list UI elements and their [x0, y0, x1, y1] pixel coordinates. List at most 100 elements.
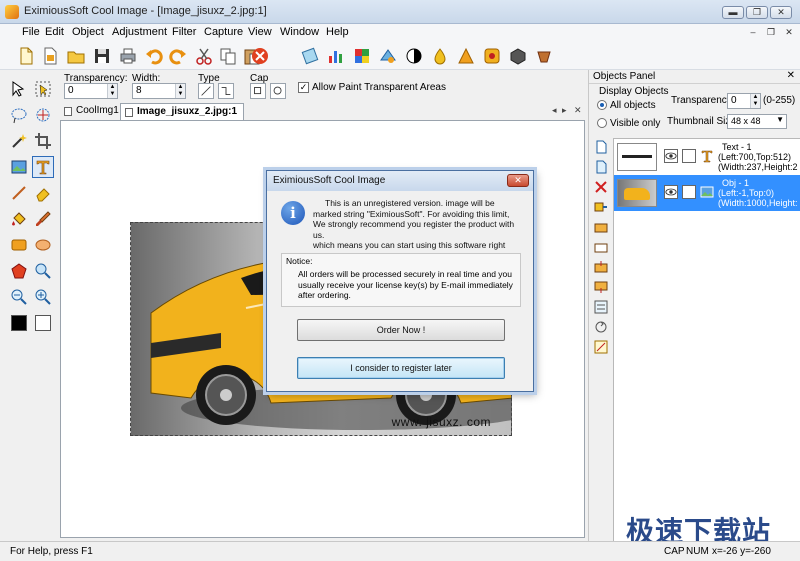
bring-front-icon[interactable] — [594, 220, 608, 234]
objects-list[interactable]: Text - 1 (Left:700,Top:512) (Width:237,H… — [613, 138, 800, 542]
line-type-straight[interactable] — [198, 83, 214, 99]
restore-button[interactable]: ❐ — [746, 6, 768, 19]
menu-window[interactable]: Window — [280, 26, 319, 38]
menu-filter[interactable]: Filter — [172, 26, 196, 38]
move-up-icon[interactable] — [594, 260, 608, 274]
object-row-text[interactable]: Text - 1 (Left:700,Top:512) (Width:237,H… — [614, 139, 800, 175]
open-folder-icon[interactable] — [66, 46, 86, 66]
objects-panel-close-icon[interactable]: ✕ — [787, 70, 795, 81]
panel-transparency-input[interactable]: 0 ▲ ▼ — [727, 93, 761, 109]
close-button[interactable]: ✕ — [770, 6, 792, 19]
allow-paint-checkbox[interactable]: ✓ — [298, 82, 309, 93]
foreground-color-swatch[interactable] — [8, 312, 30, 334]
new-file-icon[interactable] — [16, 46, 36, 66]
object-edit-icon[interactable] — [594, 340, 608, 354]
new-image-icon[interactable] — [40, 46, 60, 66]
main-toolbar — [0, 42, 800, 70]
lock-checkbox[interactable] — [682, 185, 696, 199]
menu-edit[interactable]: Edit — [45, 26, 64, 38]
object-rotate-icon[interactable] — [594, 320, 608, 334]
ellipse-shape-icon[interactable] — [32, 234, 54, 256]
object-info: Obj - 1 (Left:-1,Top:0) (Width:1000,Heig… — [718, 178, 798, 208]
tab-close-icon[interactable]: ✕ — [574, 105, 582, 116]
color-balance-icon[interactable] — [352, 46, 372, 66]
image-object-icon[interactable] — [8, 156, 30, 178]
delete-object-icon[interactable] — [594, 180, 608, 194]
new-object-icon[interactable] — [594, 140, 608, 154]
lasso-icon[interactable] — [8, 104, 30, 126]
width-input[interactable]: 8 ▲ ▼ — [132, 83, 186, 99]
visibility-eye-icon[interactable] — [664, 149, 678, 163]
minimize-button[interactable]: ▬ — [722, 6, 744, 19]
mdi-restore-button[interactable]: ❐ — [764, 27, 778, 40]
effects-icon[interactable] — [482, 46, 502, 66]
cap-round[interactable] — [270, 83, 286, 99]
register-later-button[interactable]: I consider to register later — [297, 357, 505, 379]
undo-icon[interactable] — [144, 46, 164, 66]
hue-icon[interactable] — [378, 46, 398, 66]
move-down-icon[interactable] — [594, 280, 608, 294]
transparency-input[interactable]: 0 ▲ ▼ — [64, 83, 118, 99]
watermark-text: www. jisuxz. com — [391, 415, 491, 429]
crop-tool-icon[interactable] — [32, 130, 54, 152]
brightness-icon[interactable] — [430, 46, 450, 66]
menu-file[interactable]: File — [22, 26, 40, 38]
all-objects-radio[interactable] — [597, 100, 607, 110]
fill-bucket-icon[interactable] — [8, 208, 30, 230]
lock-checkbox[interactable] — [682, 149, 696, 163]
eraser-icon[interactable] — [32, 182, 54, 204]
duplicate-object-icon[interactable] — [594, 160, 608, 174]
menu-object[interactable]: Object — [72, 26, 104, 38]
3d-object-icon[interactable] — [508, 46, 528, 66]
tab-scroll-right-icon[interactable]: ▸ — [562, 105, 567, 116]
text-tool-icon[interactable] — [32, 156, 54, 178]
magic-wand-icon[interactable] — [8, 130, 30, 152]
object-properties-icon[interactable] — [594, 300, 608, 314]
delete-icon[interactable] — [250, 46, 270, 66]
thumbnail-size-select[interactable]: 48 x 48 ▼ — [727, 114, 787, 129]
send-back-icon[interactable] — [594, 240, 608, 254]
tab-scroll-left-icon[interactable]: ◂ — [552, 105, 557, 116]
line-tool-icon[interactable] — [8, 182, 30, 204]
plugin-icon[interactable] — [534, 46, 554, 66]
crop-icon[interactable] — [300, 46, 320, 66]
rectangle-shape-icon[interactable] — [8, 234, 30, 256]
notice-box: Notice: All orders will be processed sec… — [281, 253, 521, 307]
histogram-icon[interactable] — [326, 46, 346, 66]
dialog-close-button[interactable]: ✕ — [507, 174, 529, 187]
copy-icon[interactable] — [218, 46, 238, 66]
menu-bar: File Edit Object Adjustment Filter Captu… — [0, 24, 800, 42]
brush-icon[interactable] — [32, 208, 54, 230]
menu-help[interactable]: Help — [326, 26, 349, 38]
registration-dialog: EximiousSoft Cool Image ✕ i This is an u… — [266, 170, 534, 392]
contrast-icon[interactable] — [404, 46, 424, 66]
print-icon[interactable] — [118, 46, 138, 66]
visible-only-radio[interactable] — [597, 118, 607, 128]
cut-icon[interactable] — [194, 46, 214, 66]
sharpen-icon[interactable] — [456, 46, 476, 66]
polygon-shape-icon[interactable] — [8, 260, 30, 282]
zoom-in-icon[interactable] — [32, 286, 54, 308]
menu-view[interactable]: View — [248, 26, 272, 38]
merge-object-icon[interactable] — [594, 200, 608, 214]
magic-select-icon[interactable] — [32, 104, 54, 126]
visibility-eye-icon[interactable] — [664, 185, 678, 199]
order-now-button[interactable]: Order Now ! — [297, 319, 505, 341]
color-picker-icon[interactable] — [32, 260, 54, 282]
menu-adjustment[interactable]: Adjustment — [112, 26, 167, 38]
line-type-curve[interactable] — [218, 83, 234, 99]
menu-capture[interactable]: Capture — [204, 26, 243, 38]
mdi-close-button[interactable]: ✕ — [782, 27, 796, 40]
status-num-indicator: NUM — [686, 546, 709, 557]
background-color-swatch[interactable] — [32, 312, 54, 334]
zoom-out-icon[interactable] — [8, 286, 30, 308]
tab-coolimg1[interactable]: CoolImg1 — [60, 103, 125, 120]
cap-square[interactable] — [250, 83, 266, 99]
arrow-select-icon[interactable] — [8, 78, 30, 100]
tab-image-jisuxz[interactable]: Image_jisuxz_2.jpg:1 — [120, 103, 245, 120]
object-row-image[interactable]: Obj - 1 (Left:-1,Top:0) (Width:1000,Heig… — [614, 175, 800, 211]
object-select-icon[interactable] — [32, 78, 54, 100]
mdi-minimize-button[interactable]: – — [746, 27, 760, 40]
redo-icon[interactable] — [168, 46, 188, 66]
save-icon[interactable] — [92, 46, 112, 66]
